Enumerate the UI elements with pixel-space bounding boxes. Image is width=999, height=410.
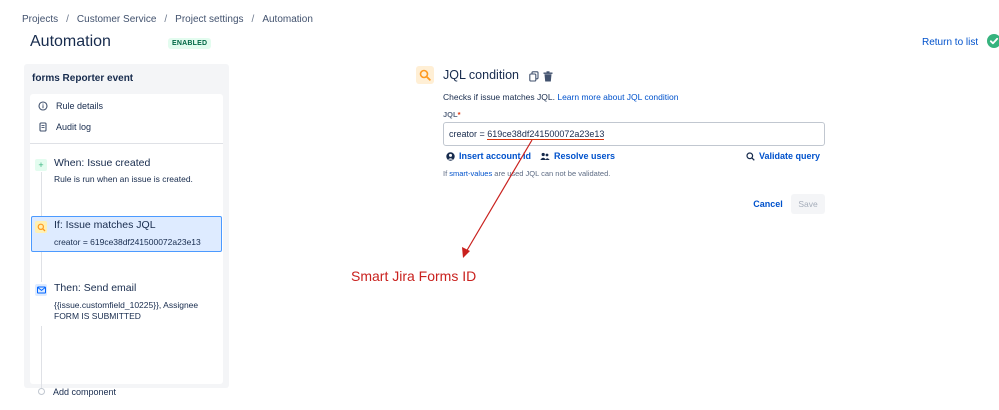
- annotation-arrow: [462, 139, 533, 258]
- annotation-label: Smart Jira Forms ID: [351, 268, 477, 284]
